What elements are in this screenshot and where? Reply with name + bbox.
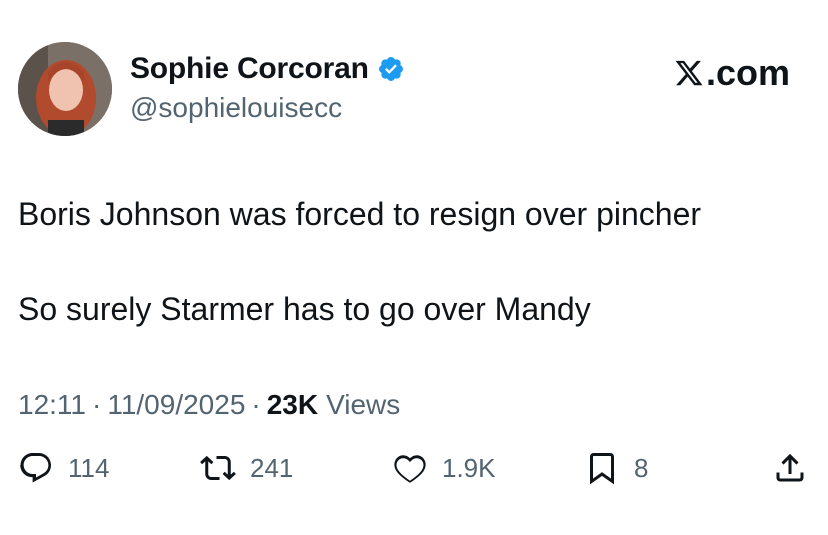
bookmark-count: 8	[634, 452, 649, 483]
bookmark-icon	[590, 453, 614, 485]
tweet-time[interactable]: 12:11	[18, 389, 86, 421]
author-name-row: Sophie Corcoran	[130, 52, 405, 86]
tweet-text-line-2: So surely Starmer has to go over Mandy	[18, 291, 591, 327]
views-count: 23K	[266, 389, 319, 420]
bookmark-button[interactable]: 8	[584, 450, 648, 486]
brand-watermark: .com	[674, 52, 790, 94]
author-handle[interactable]: @sophielouisecc	[130, 92, 342, 124]
action-bar: 114 241 1.9K 8	[0, 450, 828, 500]
meta-separator: ·	[92, 389, 102, 420]
brand-label: .com	[705, 52, 790, 93]
views-label: Views	[326, 389, 401, 420]
reply-icon	[20, 453, 51, 483]
like-count: 1.9K	[442, 452, 496, 483]
repost-count: 241	[250, 452, 294, 483]
repost-icon	[200, 455, 236, 481]
author-name[interactable]: Sophie Corcoran	[130, 52, 369, 86]
like-button[interactable]: 1.9K	[392, 450, 496, 486]
tweet-meta: 12:11 · 11/09/2025 · 23K Views	[18, 389, 400, 421]
avatar[interactable]	[18, 42, 112, 136]
tweet-text-line-1: Boris Johnson was forced to resign over …	[18, 196, 702, 232]
heart-icon	[394, 455, 426, 483]
repost-button[interactable]: 241	[200, 450, 293, 486]
share-button[interactable]	[772, 450, 808, 486]
reply-button[interactable]: 114	[18, 450, 109, 486]
meta-separator: ·	[251, 389, 261, 420]
share-icon	[776, 453, 804, 482]
verified-badge-icon	[378, 57, 403, 81]
reply-count: 114	[68, 452, 110, 483]
avatar-photo-icon	[18, 42, 112, 136]
tweet-date[interactable]: 11/09/2025	[107, 389, 245, 421]
x-logo-icon	[675, 60, 703, 86]
